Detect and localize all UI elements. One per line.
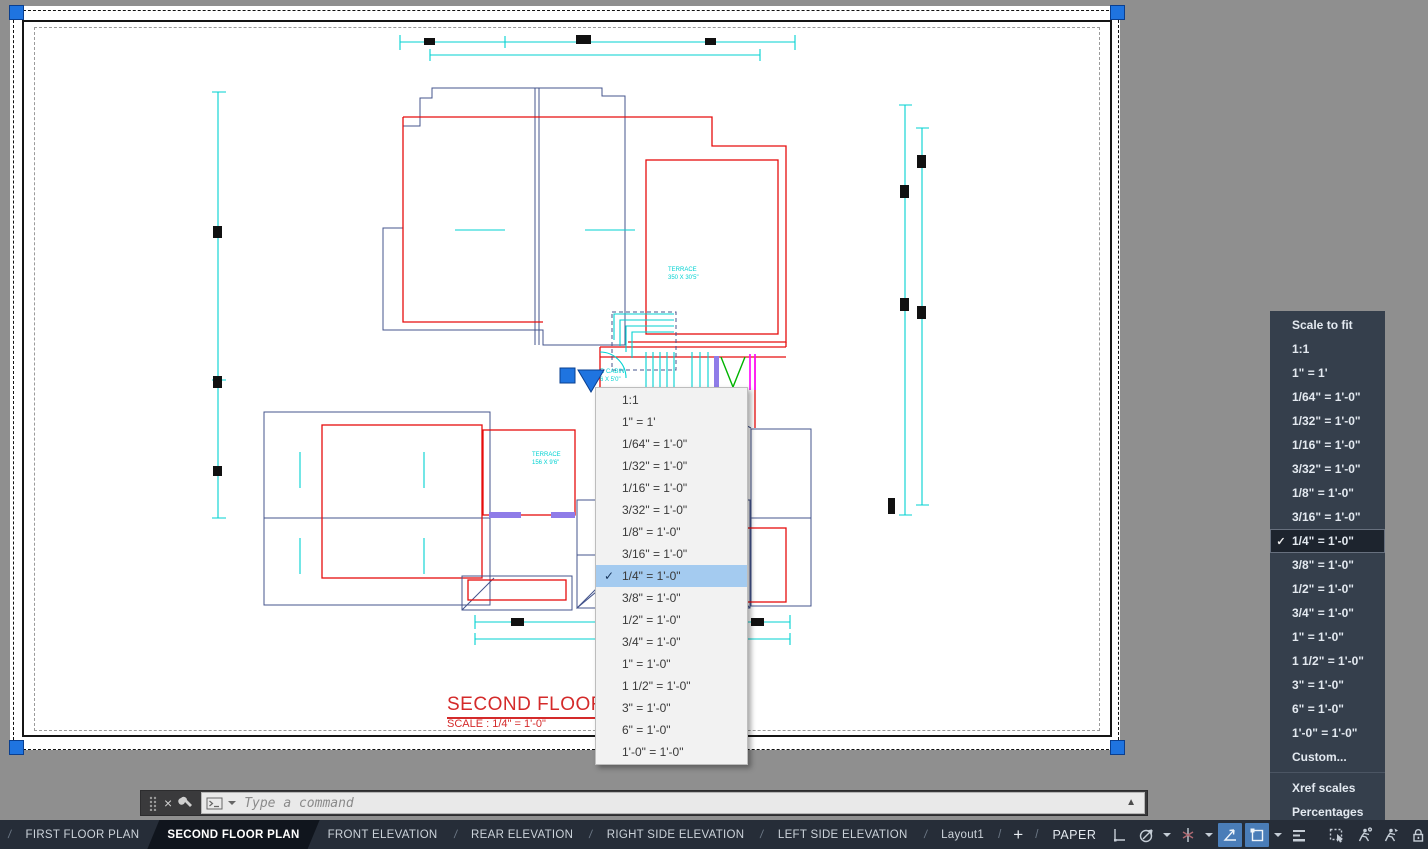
autoscale-icon[interactable] bbox=[1379, 823, 1403, 847]
scale-menu-option[interactable]: 1/16" = 1'-0" bbox=[1270, 433, 1385, 457]
snap-tracking-flyout-icon[interactable] bbox=[1205, 833, 1213, 837]
check-icon bbox=[1270, 535, 1292, 548]
layout-tab[interactable]: LEFT SIDE ELEVATION bbox=[752, 820, 915, 849]
scale-option[interactable]: 3" = 1'-0" bbox=[596, 697, 747, 719]
command-bar: × ▲ bbox=[140, 790, 1148, 816]
scale-menu-option[interactable]: Scale to fit bbox=[1270, 313, 1385, 337]
scale-option[interactable]: 1" = 1'-0" bbox=[596, 653, 747, 675]
layout-tab[interactable]: REAR ELEVATION bbox=[446, 820, 582, 849]
status-bar: FIRST FLOOR PLAN SECOND FLOOR PLAN FRONT… bbox=[0, 820, 1428, 849]
layout-tab[interactable]: FRONT ELEVATION bbox=[320, 820, 446, 849]
chevron-down-icon[interactable] bbox=[228, 801, 236, 805]
scale-option[interactable]: 3/8" = 1'-0" bbox=[596, 587, 747, 609]
printable-margin bbox=[34, 27, 1100, 731]
scale-menu-option[interactable]: 1'-0" = 1'-0" bbox=[1270, 721, 1385, 745]
command-input-wrap: ▲ bbox=[201, 792, 1145, 814]
scale-option[interactable]: 1:1 bbox=[596, 389, 747, 411]
scale-option[interactable]: 1 1/2" = 1'-0" bbox=[596, 675, 747, 697]
layout-tab[interactable]: RIGHT SIDE ELEVATION bbox=[581, 820, 752, 849]
scale-menu-option[interactable]: 3/32" = 1'-0" bbox=[1270, 457, 1385, 481]
scale-menu-option[interactable]: 1/8" = 1'-0" bbox=[1270, 481, 1385, 505]
scale-menu-main: Scale to fit 1:1 1" = 1' 1/64" = 1'-0" 1… bbox=[1270, 313, 1385, 769]
object-snap-tracking-icon[interactable] bbox=[1176, 823, 1200, 847]
viewport-grip-bottom-left[interactable] bbox=[9, 740, 24, 755]
scale-menu-option[interactable]: 1:1 bbox=[1270, 337, 1385, 361]
layout-tab[interactable]: SECOND FLOOR PLAN bbox=[147, 820, 319, 849]
layout-tab[interactable]: Layout1 bbox=[916, 820, 993, 849]
viewport-scale-dropdown: 1:1 1" = 1' 1/64" = 1'-0" 1/32" = 1'-0" … bbox=[595, 387, 748, 765]
scale-menu-option[interactable]: 1 1/2" = 1'-0" bbox=[1270, 649, 1385, 673]
annotation-angle-icon[interactable] bbox=[1218, 823, 1242, 847]
scale-option[interactable]: 1/64" = 1'-0" bbox=[596, 433, 747, 455]
layout-tab[interactable]: FIRST FLOOR PLAN bbox=[0, 820, 147, 849]
viewport-grip-top-left[interactable] bbox=[9, 5, 24, 20]
check-icon bbox=[596, 569, 622, 583]
scale-option[interactable]: 1" = 1' bbox=[596, 411, 747, 433]
scale-menu-option[interactable]: 3/16" = 1'-0" bbox=[1270, 505, 1385, 529]
object-snap-icon[interactable] bbox=[1245, 823, 1269, 847]
scale-option[interactable]: 1/32" = 1'-0" bbox=[596, 455, 747, 477]
selection-cycling-icon[interactable] bbox=[1325, 823, 1349, 847]
scale-menu-option[interactable]: 1/32" = 1'-0" bbox=[1270, 409, 1385, 433]
scale-option[interactable]: 1/4" = 1'-0" bbox=[596, 565, 747, 587]
command-prompt-icon[interactable] bbox=[202, 797, 242, 810]
command-input[interactable] bbox=[242, 793, 1144, 813]
command-history-up-icon[interactable]: ▲ bbox=[1126, 797, 1136, 808]
scale-menu-option[interactable]: 1/4" = 1'-0" bbox=[1270, 529, 1385, 553]
scale-menu-option[interactable]: 1" = 1' bbox=[1270, 361, 1385, 385]
viewport-grip-top-right[interactable] bbox=[1110, 5, 1125, 20]
command-bar-controls: × bbox=[141, 791, 201, 815]
scale-menu-option[interactable]: 1/2" = 1'-0" bbox=[1270, 577, 1385, 601]
lineweight-icon[interactable] bbox=[1287, 823, 1311, 847]
scale-option[interactable]: 1/16" = 1'-0" bbox=[596, 477, 747, 499]
scale-option[interactable]: 3/16" = 1'-0" bbox=[596, 543, 747, 565]
scale-menu-option[interactable]: 6" = 1'-0" bbox=[1270, 697, 1385, 721]
menu-separator bbox=[1270, 772, 1385, 773]
polar-tracking-icon[interactable] bbox=[1134, 823, 1158, 847]
autocad-window: TERRACE 350 X 30'5" TERRACE 156 X 9'6" R… bbox=[0, 0, 1428, 849]
polar-tracking-flyout-icon[interactable] bbox=[1163, 833, 1171, 837]
scale-option[interactable]: 1/8" = 1'-0" bbox=[596, 521, 747, 543]
scale-option[interactable]: 1'-0" = 1'-0" bbox=[596, 741, 747, 763]
scale-menu-option[interactable]: Xref scales bbox=[1270, 776, 1385, 800]
object-snap-flyout-icon[interactable] bbox=[1274, 833, 1282, 837]
paper-space-toggle[interactable]: PAPER bbox=[1044, 824, 1104, 846]
scale-menu-option[interactable]: 1/64" = 1'-0" bbox=[1270, 385, 1385, 409]
status-scale-menu: Scale to fit 1:1 1" = 1' 1/64" = 1'-0" 1… bbox=[1270, 311, 1385, 820]
lock-icon[interactable] bbox=[1406, 823, 1428, 847]
scale-menu-option[interactable]: 3/8" = 1'-0" bbox=[1270, 553, 1385, 577]
annotation-visibility-icon[interactable] bbox=[1352, 823, 1376, 847]
scale-option[interactable]: 1/2" = 1'-0" bbox=[596, 609, 747, 631]
drag-handle-icon[interactable] bbox=[148, 795, 158, 811]
scale-menu-footer: Xref scales Percentages bbox=[1270, 776, 1385, 824]
scale-menu-option[interactable]: Custom... bbox=[1270, 745, 1385, 769]
scale-menu-option[interactable]: 3" = 1'-0" bbox=[1270, 673, 1385, 697]
scale-option[interactable]: 3/4" = 1'-0" bbox=[596, 631, 747, 653]
ortho-mode-icon[interactable] bbox=[1107, 823, 1131, 847]
wrench-icon[interactable] bbox=[178, 795, 194, 811]
viewport-grip-bottom-right[interactable] bbox=[1110, 740, 1125, 755]
scale-menu-option[interactable]: 1" = 1'-0" bbox=[1270, 625, 1385, 649]
layout-tabs: FIRST FLOOR PLAN SECOND FLOOR PLAN FRONT… bbox=[0, 820, 992, 849]
drawing-scale-note: SCALE : 1/4" = 1'-0" bbox=[447, 718, 546, 730]
scale-option[interactable]: 6" = 1'-0" bbox=[596, 719, 747, 741]
status-toggles: PAPER bbox=[1044, 820, 1428, 849]
scale-option[interactable]: 3/32" = 1'-0" bbox=[596, 499, 747, 521]
new-layout-button[interactable]: + bbox=[992, 820, 1044, 849]
close-icon[interactable]: × bbox=[164, 796, 172, 810]
scale-menu-option[interactable]: 3/4" = 1'-0" bbox=[1270, 601, 1385, 625]
